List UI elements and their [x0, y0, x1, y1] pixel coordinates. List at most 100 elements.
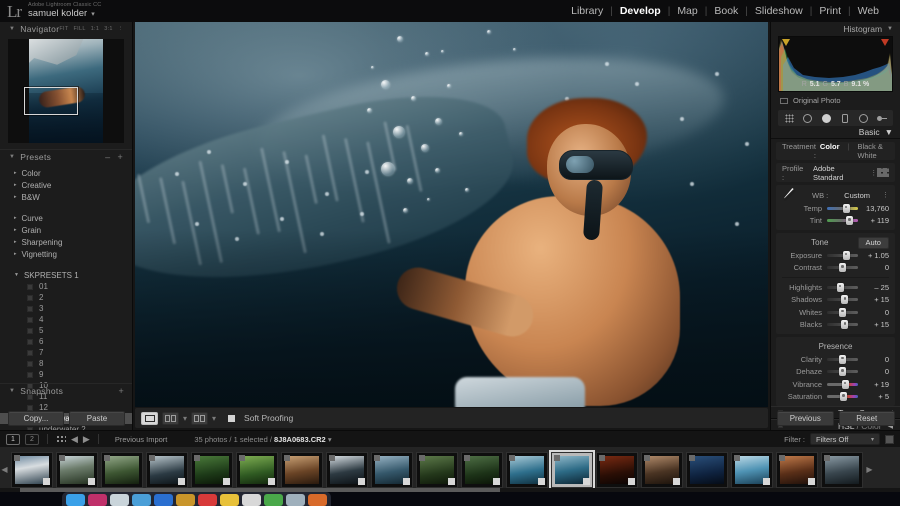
identity-plate[interactable]: Adobe Lightroom Classic CC samuel kolder…: [28, 2, 101, 19]
grid-view-icon[interactable]: [56, 434, 66, 444]
filmstrip-thumbnail[interactable]: [549, 449, 595, 490]
thumbnail-flag-icon[interactable]: [329, 454, 335, 461]
group-arrow-icon[interactable]: ▸: [14, 227, 17, 233]
thumbnail-flag-icon[interactable]: [554, 454, 560, 461]
module-map[interactable]: Map: [670, 5, 704, 17]
clarity-slider-track[interactable]: [827, 354, 858, 364]
filmstrip-thumbnail[interactable]: [146, 451, 188, 488]
navigator-zoom-levels[interactable]: FIT FILL 1:1 3:1 ⋮: [59, 26, 123, 32]
highlights-value[interactable]: – 25: [863, 283, 889, 292]
preset-item-01[interactable]: 01: [0, 281, 132, 292]
shadows-slider-track[interactable]: [827, 295, 858, 305]
soft-proofing-checkbox[interactable]: [228, 414, 236, 422]
group-arrow-icon[interactable]: ▸: [14, 239, 17, 245]
vibrance-value[interactable]: + 19: [863, 380, 889, 389]
group-arrow-icon[interactable]: ▸: [14, 251, 17, 257]
temp-slider-knob[interactable]: [842, 203, 850, 213]
thumbnail-flag-icon[interactable]: [644, 454, 650, 461]
module-library[interactable]: Library: [564, 5, 610, 17]
filmstrip-next-icon[interactable]: ▶: [865, 465, 874, 474]
original-photo-row[interactable]: Original Photo: [771, 92, 900, 108]
preset-group-grain[interactable]: ▸ Grain: [0, 224, 132, 236]
preset-group-skpresets-1[interactable]: ▼ SKPRESETS 1: [0, 269, 132, 281]
filmstrip-thumbnail[interactable]: [776, 451, 818, 488]
filter-toggle-switch[interactable]: [885, 434, 894, 444]
exposure-value[interactable]: + 1.05: [863, 251, 889, 260]
thumbnail-flag-icon[interactable]: [284, 454, 290, 461]
preset-item-4[interactable]: 4: [0, 314, 132, 325]
blacks-slider-knob[interactable]: [841, 320, 849, 330]
before-after-lr-caret-icon[interactable]: ▾: [183, 414, 187, 423]
zoom-level-fit[interactable]: FIT: [59, 26, 68, 32]
photos-icon[interactable]: [154, 494, 173, 506]
blacks-slider-track[interactable]: [827, 320, 858, 330]
highlights-slider-track[interactable]: [827, 282, 858, 292]
filmstrip-thumbnail[interactable]: [11, 451, 53, 488]
adjustment-brush-tool-icon[interactable]: [876, 112, 888, 124]
back-arrow-icon[interactable]: ◀: [71, 434, 78, 445]
shadows-slider-knob[interactable]: [841, 295, 849, 305]
before-after-lr-button[interactable]: [162, 411, 179, 425]
thumbnail-flag-icon[interactable]: [14, 454, 20, 461]
filmstrip-thumbnail[interactable]: [416, 451, 458, 488]
crop-tool-icon[interactable]: [783, 112, 795, 124]
blacks-value[interactable]: + 15: [863, 320, 889, 329]
shadows-value[interactable]: + 15: [863, 295, 889, 304]
filmstrip-thumbnail[interactable]: [461, 451, 503, 488]
exposure-slider-knob[interactable]: [842, 250, 850, 260]
calendar-icon[interactable]: [198, 494, 217, 506]
treatment-bw-option[interactable]: Black & White: [853, 142, 889, 160]
zoom-level-1x1[interactable]: 1:1: [91, 26, 100, 32]
before-after-updown-button[interactable]: [191, 411, 209, 425]
filmstrip-thumbnail[interactable]: [101, 451, 143, 488]
preset-item-3[interactable]: 3: [0, 303, 132, 314]
treatment-color-option[interactable]: Color: [816, 142, 844, 160]
maps-icon[interactable]: [264, 494, 283, 506]
tint-slider-knob[interactable]: [845, 216, 853, 226]
filmstrip[interactable]: ◀ ▶: [0, 447, 900, 492]
white-balance-eyedropper-icon[interactable]: [782, 187, 798, 203]
redeye-tool-icon[interactable]: [820, 112, 832, 124]
tint-value[interactable]: + 119: [863, 216, 889, 225]
contrast-slider-track[interactable]: [827, 263, 858, 273]
vibrance-slider-knob[interactable]: [841, 379, 849, 389]
radial-filter-tool-icon[interactable]: [857, 112, 869, 124]
thumbnail-flag-icon[interactable]: [104, 454, 110, 461]
preset-group-b-w[interactable]: ▸ B&W: [0, 191, 132, 203]
filmstrip-thumbnail[interactable]: [596, 451, 638, 488]
filmstrip-thumbnail[interactable]: [56, 451, 98, 488]
whites-value[interactable]: 0: [863, 308, 889, 317]
before-after-updown-caret-icon[interactable]: ▾: [212, 414, 216, 423]
group-arrow-icon[interactable]: ▸: [14, 170, 17, 176]
page-1-button[interactable]: 1: [6, 433, 20, 445]
display-icon[interactable]: [286, 494, 305, 506]
selection-status[interactable]: 35 photos / 1 selected / 8J8A0683.CR2 ▾: [194, 435, 331, 444]
filmstrip-thumbnail[interactable]: [371, 451, 413, 488]
filmstrip-thumbnail[interactable]: [641, 451, 683, 488]
presets-plus-button[interactable]: +: [117, 152, 123, 162]
forward-arrow-icon[interactable]: ▶: [83, 434, 90, 445]
vibrance-slider-track[interactable]: [827, 379, 858, 389]
thumbnail-flag-icon[interactable]: [419, 454, 425, 461]
thumbnail-flag-icon[interactable]: [464, 454, 470, 461]
preset-group-curve[interactable]: ▸ Curve: [0, 212, 132, 224]
filmstrip-thumbnail[interactable]: [731, 451, 773, 488]
presets-minus-button[interactable]: –: [105, 152, 110, 162]
notes-icon[interactable]: [176, 494, 195, 506]
auto-tone-button[interactable]: Auto: [857, 236, 889, 249]
thumbnail-flag-icon[interactable]: [599, 454, 605, 461]
navigator-viewport-box[interactable]: [24, 87, 78, 115]
presets-twisty-icon[interactable]: ▼: [9, 154, 15, 160]
thumbnail-flag-icon[interactable]: [824, 454, 830, 461]
loupe-view-button[interactable]: [141, 411, 158, 425]
exposure-slider-track[interactable]: [827, 250, 858, 260]
profile-value[interactable]: Adobe Standard: [813, 164, 866, 182]
navigator-preview[interactable]: [8, 39, 124, 143]
contrast-value[interactable]: 0: [863, 263, 889, 272]
group-arrow-icon[interactable]: ▼: [14, 272, 19, 278]
module-slideshow[interactable]: Slideshow: [748, 5, 810, 17]
module-web[interactable]: Web: [851, 5, 886, 17]
preset-item-5[interactable]: 5: [0, 325, 132, 336]
preset-group-vignetting[interactable]: ▸ Vignetting: [0, 248, 132, 260]
paste-button[interactable]: Paste: [69, 411, 125, 426]
